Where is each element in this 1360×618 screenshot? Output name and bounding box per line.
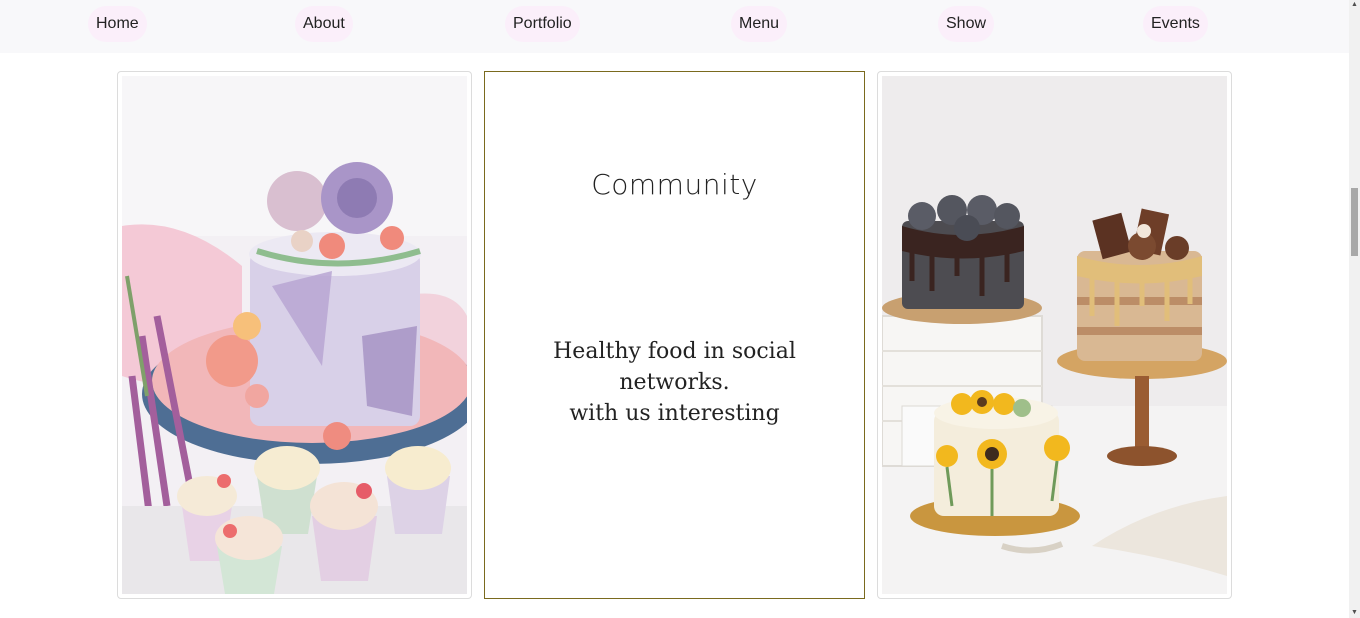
nav-about[interactable]: About: [295, 6, 353, 42]
nav-menu[interactable]: Menu: [731, 6, 788, 42]
three-cakes-image: [882, 76, 1227, 594]
page-scrollbar[interactable]: ▲ ▼: [1349, 0, 1360, 618]
community-description-line-2: with us interesting: [569, 401, 780, 426]
scroll-thumb[interactable]: [1351, 188, 1358, 256]
cake-photo-card-right: [877, 71, 1232, 599]
community-title: Community: [591, 168, 758, 201]
nav-events[interactable]: Events: [1143, 6, 1208, 42]
nav-show[interactable]: Show: [938, 6, 995, 42]
cake-photo-card-left: [117, 71, 472, 599]
community-text-card: Community Healthy food in social network…: [484, 71, 865, 599]
nav-portfolio[interactable]: Portfolio: [505, 6, 580, 42]
community-description-line-1: Healthy food in social networks.: [553, 339, 796, 395]
nav-home[interactable]: Home: [88, 6, 147, 42]
top-navigation: Home About Portfolio Menu Show Events: [0, 0, 1349, 53]
scroll-down-arrow-icon[interactable]: ▼: [1349, 608, 1360, 618]
scroll-up-arrow-icon[interactable]: ▲: [1349, 0, 1360, 10]
floral-cake-image: [122, 76, 467, 594]
community-description: Healthy food in social networks. with us…: [505, 336, 844, 429]
